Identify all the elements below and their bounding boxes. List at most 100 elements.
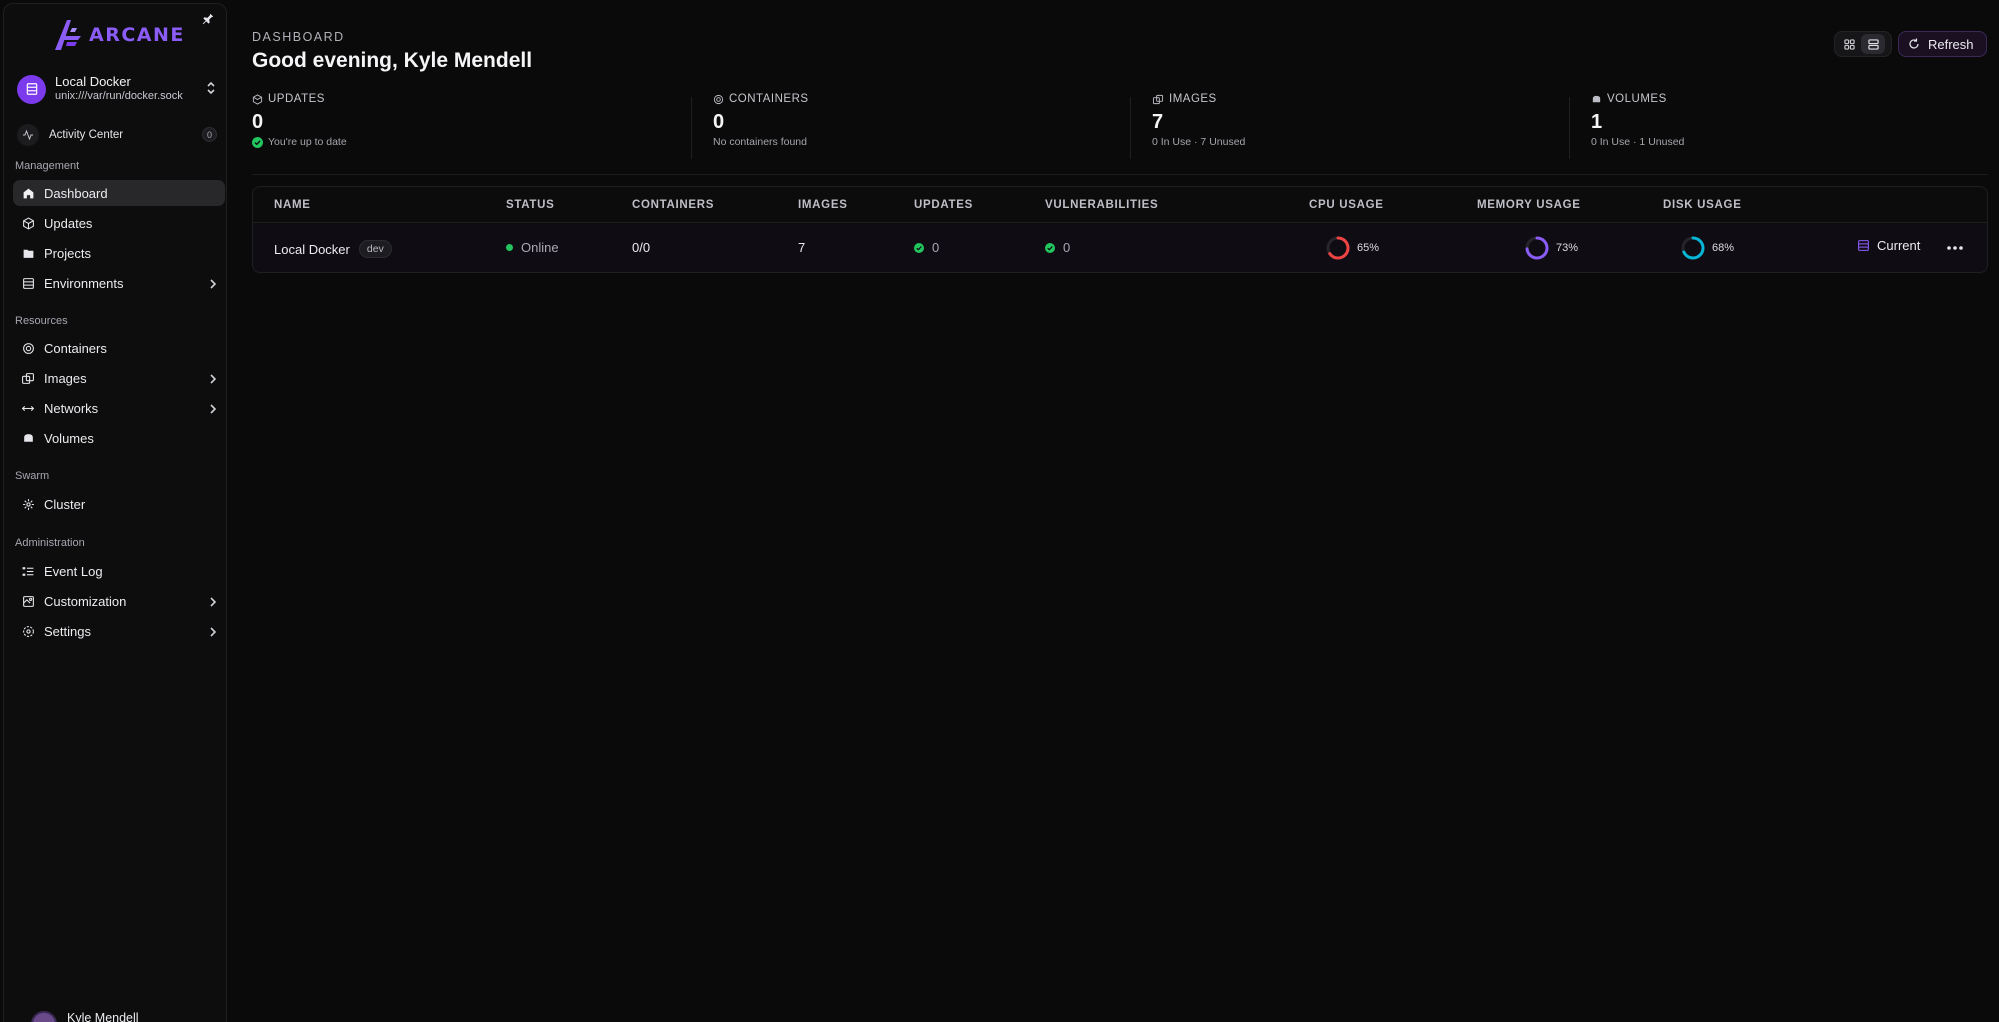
- sidebar-item-label: Updates: [44, 215, 93, 231]
- sidebar-item-networks[interactable]: Networks: [13, 395, 225, 421]
- column-header-vulnerabilities[interactable]: VULNERABILITIES: [1045, 199, 1158, 211]
- stat-updates[interactable]: UPDATES 0 You're up to date: [252, 93, 347, 161]
- stat-value: 0: [252, 111, 264, 133]
- container-icon: [713, 94, 724, 104]
- cell-memory-usage: 73%: [1524, 235, 1578, 261]
- disk-usage-value: 68%: [1712, 242, 1735, 254]
- volume-icon: [21, 431, 35, 445]
- stat-value: 0: [713, 111, 725, 133]
- event-log-icon: [21, 564, 35, 578]
- chevron-right-icon: [209, 595, 217, 613]
- sidebar-item-label: Dashboard: [44, 185, 108, 201]
- cluster-icon: [21, 497, 35, 511]
- brand-name: ARCANE: [89, 24, 185, 46]
- stat-containers[interactable]: CONTAINERS 0 No containers found: [713, 93, 809, 161]
- breadcrumb: DASHBOARD: [252, 30, 345, 44]
- sidebar-item-label: Projects: [44, 245, 91, 261]
- memory-usage-ring: [1525, 236, 1549, 260]
- stat-divider: [691, 97, 692, 159]
- stat-volumes[interactable]: VOLUMES 1 0 In Use · 1 Unused: [1591, 93, 1684, 161]
- stat-label: UPDATES: [268, 93, 325, 105]
- list-view-button[interactable]: [1861, 34, 1885, 54]
- sidebar-item-cluster[interactable]: Cluster: [13, 491, 225, 517]
- sidebar-item-settings[interactable]: Settings: [13, 618, 225, 644]
- status-badge: Online: [521, 240, 559, 255]
- sidebar-item-event-log[interactable]: Event Log: [13, 558, 225, 584]
- server-icon: [17, 74, 46, 104]
- section-label-swarm: Swarm: [15, 470, 50, 482]
- row-actions-button[interactable]: [1943, 238, 1967, 258]
- activity-center-label: Activity Center: [49, 129, 124, 141]
- chevron-right-icon: [209, 277, 217, 295]
- activity-count-badge: 0: [201, 127, 217, 142]
- stat-divider: [1130, 97, 1131, 159]
- images-icon: [21, 371, 35, 385]
- sidebar-item-volumes[interactable]: Volumes: [13, 425, 225, 451]
- brand-logo[interactable]: ARCANE: [51, 18, 185, 52]
- column-header-status[interactable]: STATUS: [506, 199, 555, 211]
- column-header-memory-usage[interactable]: MEMORY USAGE: [1477, 199, 1581, 211]
- column-header-disk-usage[interactable]: DISK USAGE: [1663, 199, 1742, 211]
- cell-containers: 0/0: [632, 240, 650, 255]
- sidebar-item-containers[interactable]: Containers: [13, 335, 225, 361]
- app-root: ARCANE Local Docker unix:///var/run/dock…: [0, 0, 1999, 1022]
- current-environment-button[interactable]: Current: [1857, 238, 1920, 253]
- pin-icon[interactable]: [201, 12, 217, 28]
- disk-usage-ring: [1681, 236, 1705, 260]
- environment-switcher[interactable]: Local Docker unix:///var/run/docker.sock: [17, 71, 217, 107]
- customization-icon: [21, 594, 35, 608]
- grid-icon: [1843, 38, 1855, 50]
- column-header-updates[interactable]: UPDATES: [914, 199, 973, 211]
- updates-count: 0: [932, 240, 940, 255]
- section-label-administration: Administration: [15, 537, 85, 549]
- stat-label: CONTAINERS: [729, 93, 809, 105]
- stats-bar: UPDATES 0 You're up to date CONTAINERS 0…: [252, 93, 1988, 175]
- memory-usage-value: 73%: [1556, 242, 1579, 254]
- cell-status: Online: [506, 240, 559, 255]
- images-count: 7: [798, 240, 806, 255]
- column-header-name[interactable]: NAME: [274, 199, 311, 211]
- sidebar-item-environments[interactable]: Environments: [13, 270, 225, 296]
- sidebar-item-projects[interactable]: Projects: [13, 240, 225, 266]
- sidebar-item-dashboard[interactable]: Dashboard: [13, 180, 225, 206]
- activity-center[interactable]: Activity Center 0: [17, 124, 217, 146]
- environment-name[interactable]: Local Docker: [274, 242, 350, 257]
- sidebar-item-images[interactable]: Images: [13, 365, 225, 391]
- cpu-usage-ring: [1326, 236, 1350, 260]
- sidebar-item-customization[interactable]: Customization: [13, 588, 225, 614]
- cell-disk-usage: 68%: [1680, 235, 1734, 261]
- section-label-management: Management: [15, 160, 80, 172]
- avatar: [31, 1011, 57, 1022]
- stat-images[interactable]: IMAGES 7 0 In Use · 7 Unused: [1152, 93, 1245, 161]
- stat-divider: [1569, 97, 1570, 159]
- network-icon: [21, 401, 35, 415]
- list-icon: [1867, 38, 1879, 50]
- box-icon: [252, 93, 263, 105]
- grid-view-button[interactable]: [1837, 34, 1861, 54]
- images-icon: [1152, 94, 1164, 104]
- cell-updates: 0: [914, 240, 939, 255]
- cell-cpu-usage: 65%: [1325, 235, 1379, 261]
- home-icon: [21, 186, 35, 200]
- user-menu[interactable]: Kyle Mendell: [31, 1011, 139, 1022]
- refresh-button[interactable]: Refresh: [1898, 31, 1987, 57]
- server-icon: [1858, 240, 1869, 251]
- environments-table: NAME STATUS CONTAINERS IMAGES UPDATES VU…: [252, 186, 1988, 273]
- environment-name: Local Docker: [55, 74, 131, 90]
- stat-sub: 0 In Use · 7 Unused: [1152, 136, 1246, 148]
- column-header-images[interactable]: IMAGES: [798, 199, 848, 211]
- server-icon: [21, 276, 35, 290]
- cell-vulnerabilities: 0: [1045, 240, 1070, 255]
- sidebar-item-label: Networks: [44, 400, 99, 416]
- sidebar-item-updates[interactable]: Updates: [13, 210, 225, 236]
- stat-sub: You're up to date: [268, 136, 347, 148]
- column-header-containers[interactable]: CONTAINERS: [632, 199, 714, 211]
- stat-value: 1: [1591, 111, 1603, 133]
- sidebar: ARCANE Local Docker unix:///var/run/dock…: [3, 3, 227, 1022]
- section-label-resources: Resources: [15, 315, 68, 327]
- chevron-right-icon: [209, 625, 217, 643]
- table-row[interactable]: Local Docker dev Online 0/0 7 0 0 65% 73…: [253, 224, 1987, 272]
- column-header-cpu-usage[interactable]: CPU USAGE: [1309, 199, 1384, 211]
- check-circle-icon: [252, 136, 263, 148]
- folder-icon: [21, 246, 35, 260]
